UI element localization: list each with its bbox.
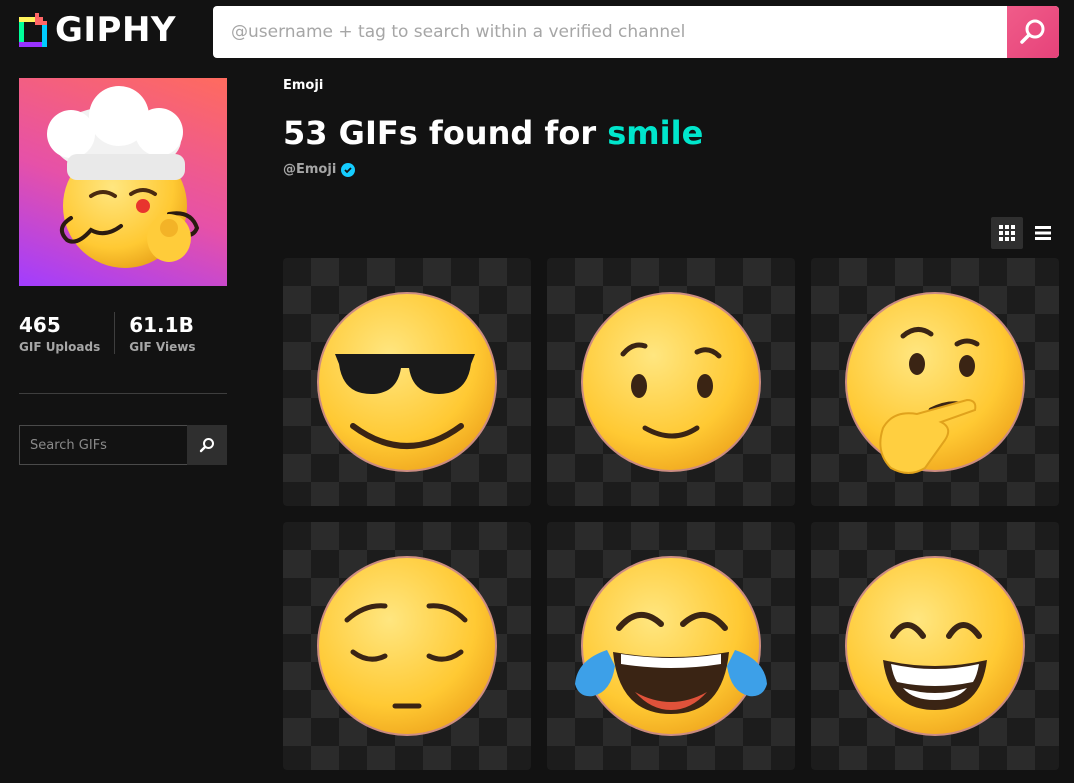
tears-of-joy-emoji-icon [575,556,767,736]
stat-value: 61.1B [129,313,194,337]
gif-tile[interactable] [283,522,531,770]
giphy-logo-icon [19,13,47,47]
headline-prefix: 53 GIFs found for [283,114,608,152]
stat-value: 465 [19,313,61,337]
main-search-input[interactable] [213,5,1007,59]
main-search-bar [213,5,1059,59]
channel-handle-text: @Emoji [283,162,337,177]
sidebar-divider [19,393,227,394]
list-icon [1035,226,1051,240]
list-view-button[interactable] [1027,217,1059,249]
thinking-emoji-icon [845,292,1025,474]
channel-search [19,425,227,465]
verified-badge-icon [341,162,356,177]
gif-tile[interactable] [283,258,531,506]
stat-label: GIF Views [129,340,196,354]
sunglasses-emoji-icon [317,292,497,472]
channel-handle[interactable]: @Emoji [283,162,356,177]
grinning-emoji-icon [845,556,1025,736]
gif-tile[interactable] [811,522,1059,770]
chef-kiss-emoji-icon [47,86,200,268]
smiling-emoji-icon [581,292,761,472]
search-icon [199,438,214,453]
view-toggle [991,217,1059,249]
main-search-button[interactable] [1007,6,1059,58]
stat-label: GIF Uploads [19,340,101,354]
grid-icon [999,225,1015,241]
page-title: 53 GIFs found for smile [283,114,703,152]
search-term: smile [607,114,704,152]
channel-stats: 465 GIF Uploads 61.1B GIF Views [19,312,209,354]
gif-tile[interactable] [547,258,795,506]
giphy-logo[interactable]: GIPHY [19,13,176,47]
gif-tile[interactable] [811,258,1059,506]
channel-avatar [19,78,227,286]
pensive-emoji-icon [317,556,497,736]
gif-tile[interactable] [547,522,795,770]
channel-name[interactable]: Emoji [283,78,323,93]
stat-gif-uploads: 465 GIF Uploads [19,312,114,354]
stat-gif-views: 61.1B GIF Views [114,312,209,354]
search-icon [1020,19,1045,44]
channel-search-button[interactable] [187,425,227,465]
giphy-logo-text: GIPHY [55,10,177,50]
grid-view-button[interactable] [991,217,1023,249]
channel-search-input[interactable] [19,425,187,465]
